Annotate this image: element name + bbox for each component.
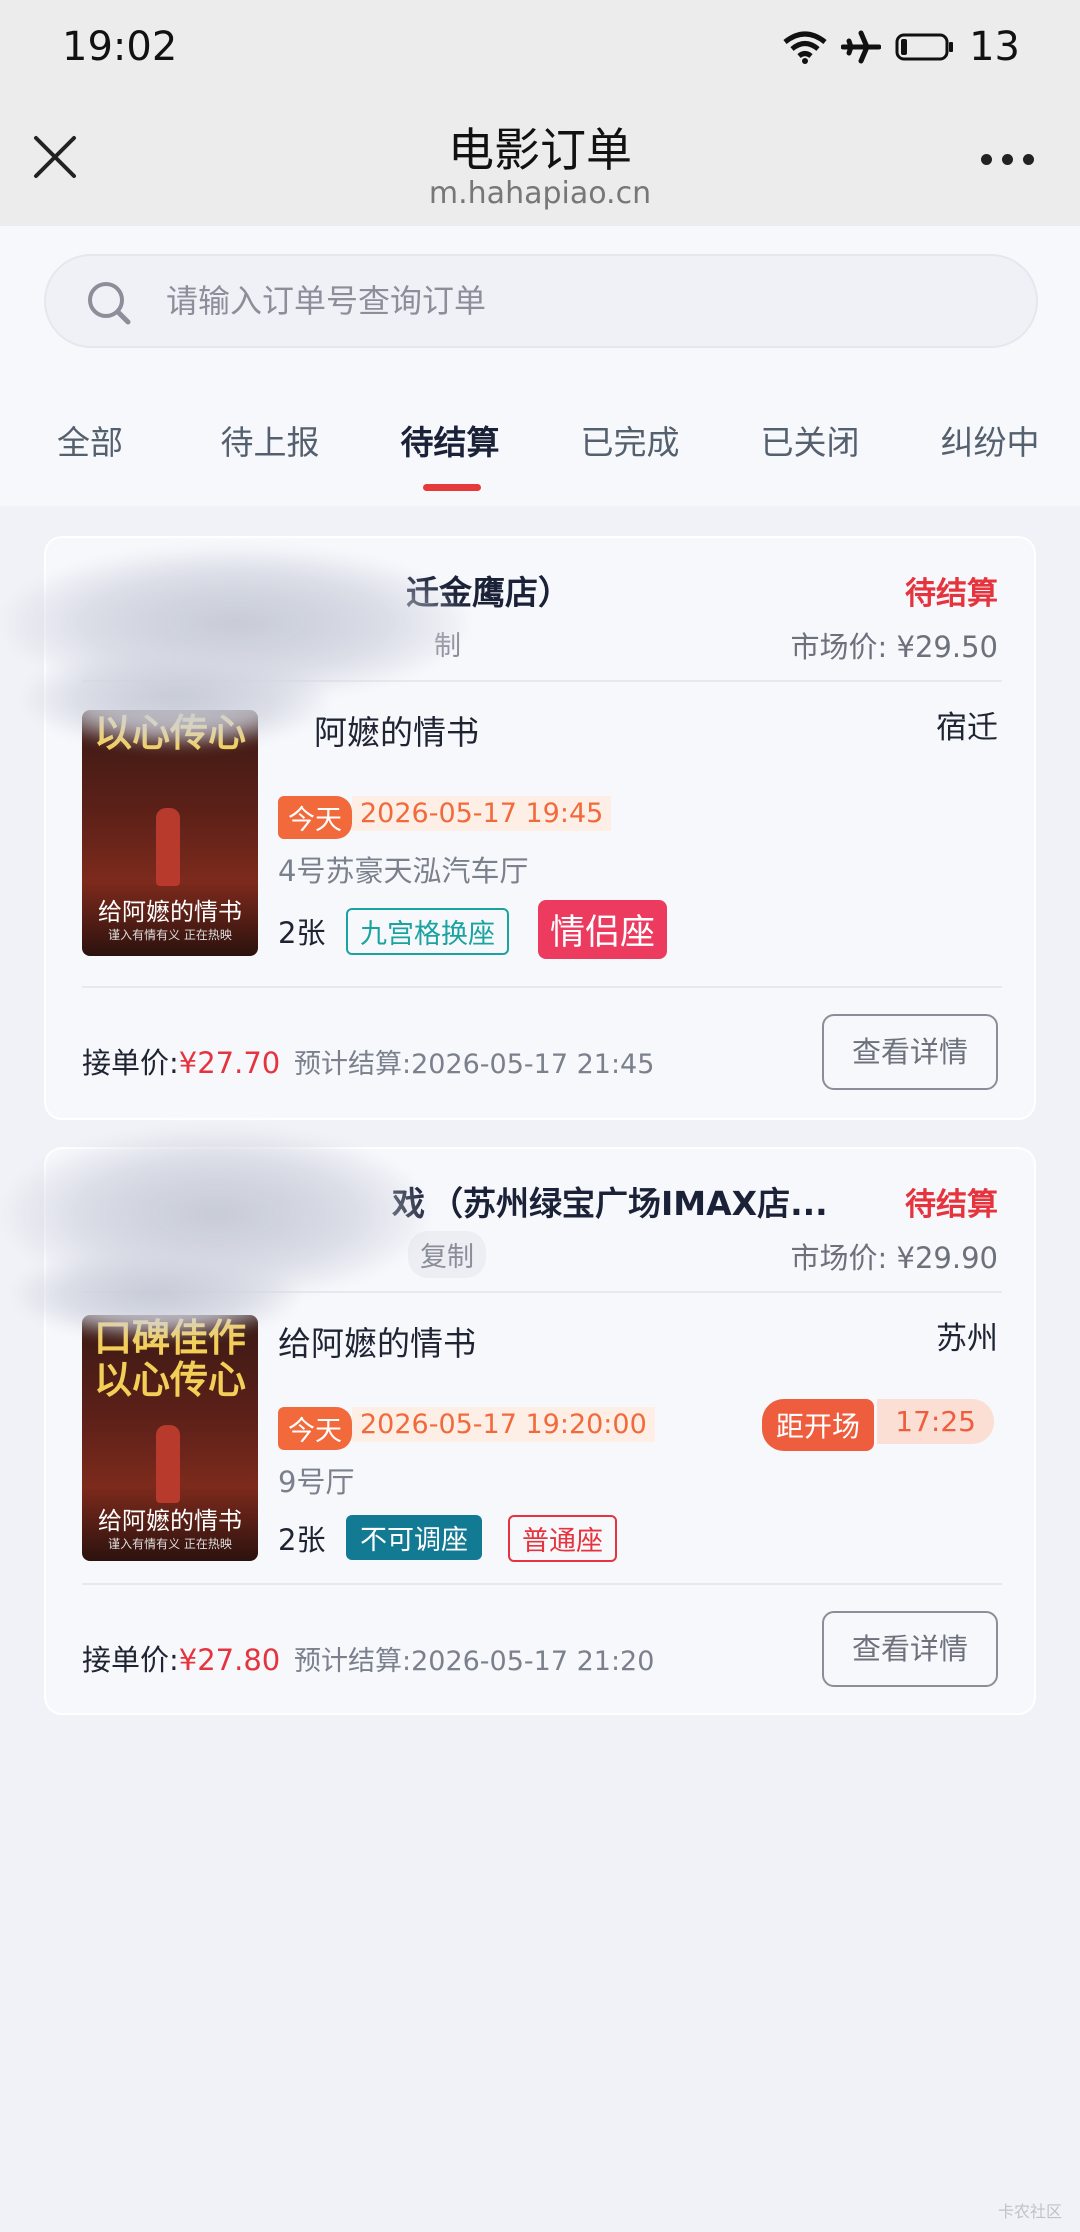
tab-completed[interactable]: 已完成 xyxy=(540,416,720,464)
tab-all[interactable]: 全部 xyxy=(0,416,180,464)
tab-pending-settlement[interactable]: 待结算 xyxy=(360,416,540,464)
order-price: 接单价:¥27.80 xyxy=(82,1637,280,1679)
city: 宿迁 xyxy=(936,710,998,746)
ticket-count: 2张 xyxy=(278,916,326,950)
view-details-button[interactable]: 查看详情 xyxy=(822,1014,998,1090)
today-tag: 今天 xyxy=(278,796,352,839)
market-price: 市场价: ¥29.50 xyxy=(790,630,998,664)
header-area: 全部 待上报 待结算 已完成 已关闭 纠纷中 xyxy=(0,226,1080,506)
status-badge: 待结算 xyxy=(905,576,998,612)
countdown-time: 17:25 xyxy=(877,1399,994,1444)
couple-seat-tag: 情侣座 xyxy=(538,900,668,959)
price-value: ¥27.70 xyxy=(178,1046,281,1080)
movie-poster: 口碑佳作 以心传心 给阿嬷的情书 谨入有情有义 正在热映 xyxy=(82,1315,258,1561)
hall-name: 4号苏豪天泓汽车厅 xyxy=(278,854,529,888)
no-seat-change-tag: 不可调座 xyxy=(346,1515,482,1560)
divider xyxy=(82,1583,1002,1585)
cinema-name: （苏州绿宝广场IMAX店... xyxy=(430,1184,828,1223)
poster-figure xyxy=(156,1425,180,1503)
status-badge: 待结算 xyxy=(905,1187,998,1223)
poster-figure xyxy=(156,808,180,886)
privacy-blur xyxy=(16,1249,296,1339)
active-tab-indicator xyxy=(423,484,481,491)
battery-level: 13 xyxy=(969,24,1020,70)
settle-time: 预计结算:2026-05-17 21:20 xyxy=(294,1646,655,1677)
tab-closed[interactable]: 已关闭 xyxy=(720,416,900,464)
ticket-count: 2张 xyxy=(278,1523,326,1557)
countdown-label: 距开场 xyxy=(761,1399,874,1451)
settle-time: 预计结算:2026-05-17 21:45 xyxy=(294,1049,655,1080)
price-value: ¥27.80 xyxy=(178,1643,281,1677)
status-time: 19:02 xyxy=(62,24,178,70)
market-price: 市场价: ¥29.90 xyxy=(790,1241,998,1275)
copy-button[interactable]: 复制 xyxy=(408,1231,486,1278)
tab-pending-report[interactable]: 待上报 xyxy=(180,416,360,464)
search-icon xyxy=(88,282,131,325)
standard-seat-tag: 普通座 xyxy=(508,1515,617,1562)
poster-title: 给阿嬷的情书 xyxy=(98,1507,242,1535)
search-input[interactable] xyxy=(166,256,986,346)
movie-name: 阿嬷的情书 xyxy=(314,713,479,752)
page-title: 电影订单 xyxy=(448,123,632,177)
order-card: 戏 （苏州绿宝广场IMAX店... 待结算 复制 市场价: ¥29.90 口碑佳… xyxy=(6,1129,1036,1715)
poster-subtitle: 谨入有情有义 正在热映 xyxy=(108,1537,232,1551)
privacy-blur xyxy=(26,648,326,748)
status-bar: 19:02 13 xyxy=(0,0,1080,96)
today-tag: 今天 xyxy=(278,1407,352,1450)
order-card: 迁金鹰店） 待结算 制 市场价: ¥29.50 以心传心 给阿嬷的情书 谨入有情… xyxy=(6,536,1036,1120)
divider xyxy=(82,986,1002,988)
search-box[interactable] xyxy=(44,254,1038,348)
view-details-button[interactable]: 查看详情 xyxy=(822,1611,998,1687)
more-icon[interactable] xyxy=(981,154,1034,165)
tab-bar: 全部 待上报 待结算 已完成 已关闭 纠纷中 xyxy=(0,416,1080,496)
poster-tagline: 以心传心 xyxy=(93,1358,246,1402)
show-datetime: 2026-05-17 19:20:00 xyxy=(352,1407,655,1442)
nav-bar: 电影订单 m.hahapiao.cn xyxy=(0,96,1080,226)
airplane-icon xyxy=(841,30,882,64)
tab-dispute[interactable]: 纠纷中 xyxy=(900,416,1080,464)
poster-subtitle: 谨入有情有义 正在热映 xyxy=(108,928,232,942)
price-label: 接单价: xyxy=(82,1643,179,1677)
price-label: 接单价: xyxy=(82,1046,179,1080)
hall-name: 9号厅 xyxy=(278,1465,355,1499)
seat-swap-tag: 九宫格换座 xyxy=(346,908,509,955)
city: 苏州 xyxy=(936,1321,998,1357)
poster-title: 给阿嬷的情书 xyxy=(98,898,242,926)
battery-icon xyxy=(895,33,954,61)
wifi-icon xyxy=(783,31,827,64)
page-url: m.hahapiao.cn xyxy=(428,176,652,211)
order-price: 接单价:¥27.70 xyxy=(82,1040,280,1082)
movie-name: 给阿嬷的情书 xyxy=(278,1324,476,1363)
status-icons: 13 xyxy=(783,24,1020,70)
watermark: 卡农社区 xyxy=(997,2202,1062,2221)
show-datetime: 2026-05-17 19:45 xyxy=(352,796,612,831)
